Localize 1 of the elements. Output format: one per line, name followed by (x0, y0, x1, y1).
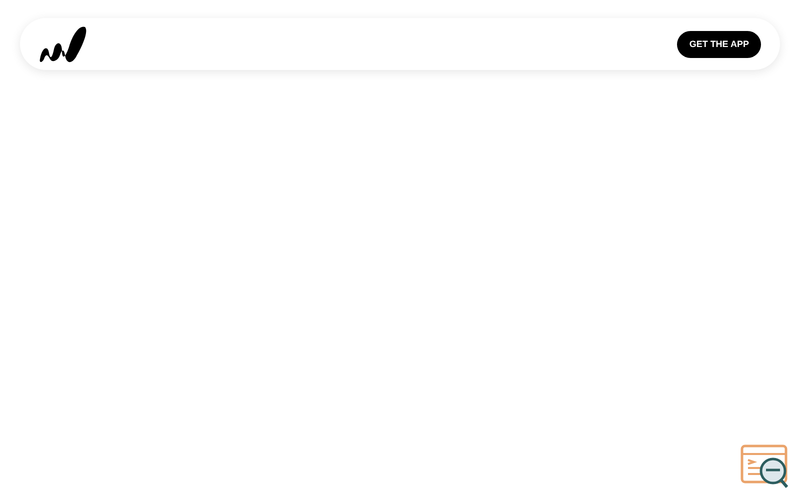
get-the-app-button[interactable]: GET THE APP (677, 30, 761, 58)
